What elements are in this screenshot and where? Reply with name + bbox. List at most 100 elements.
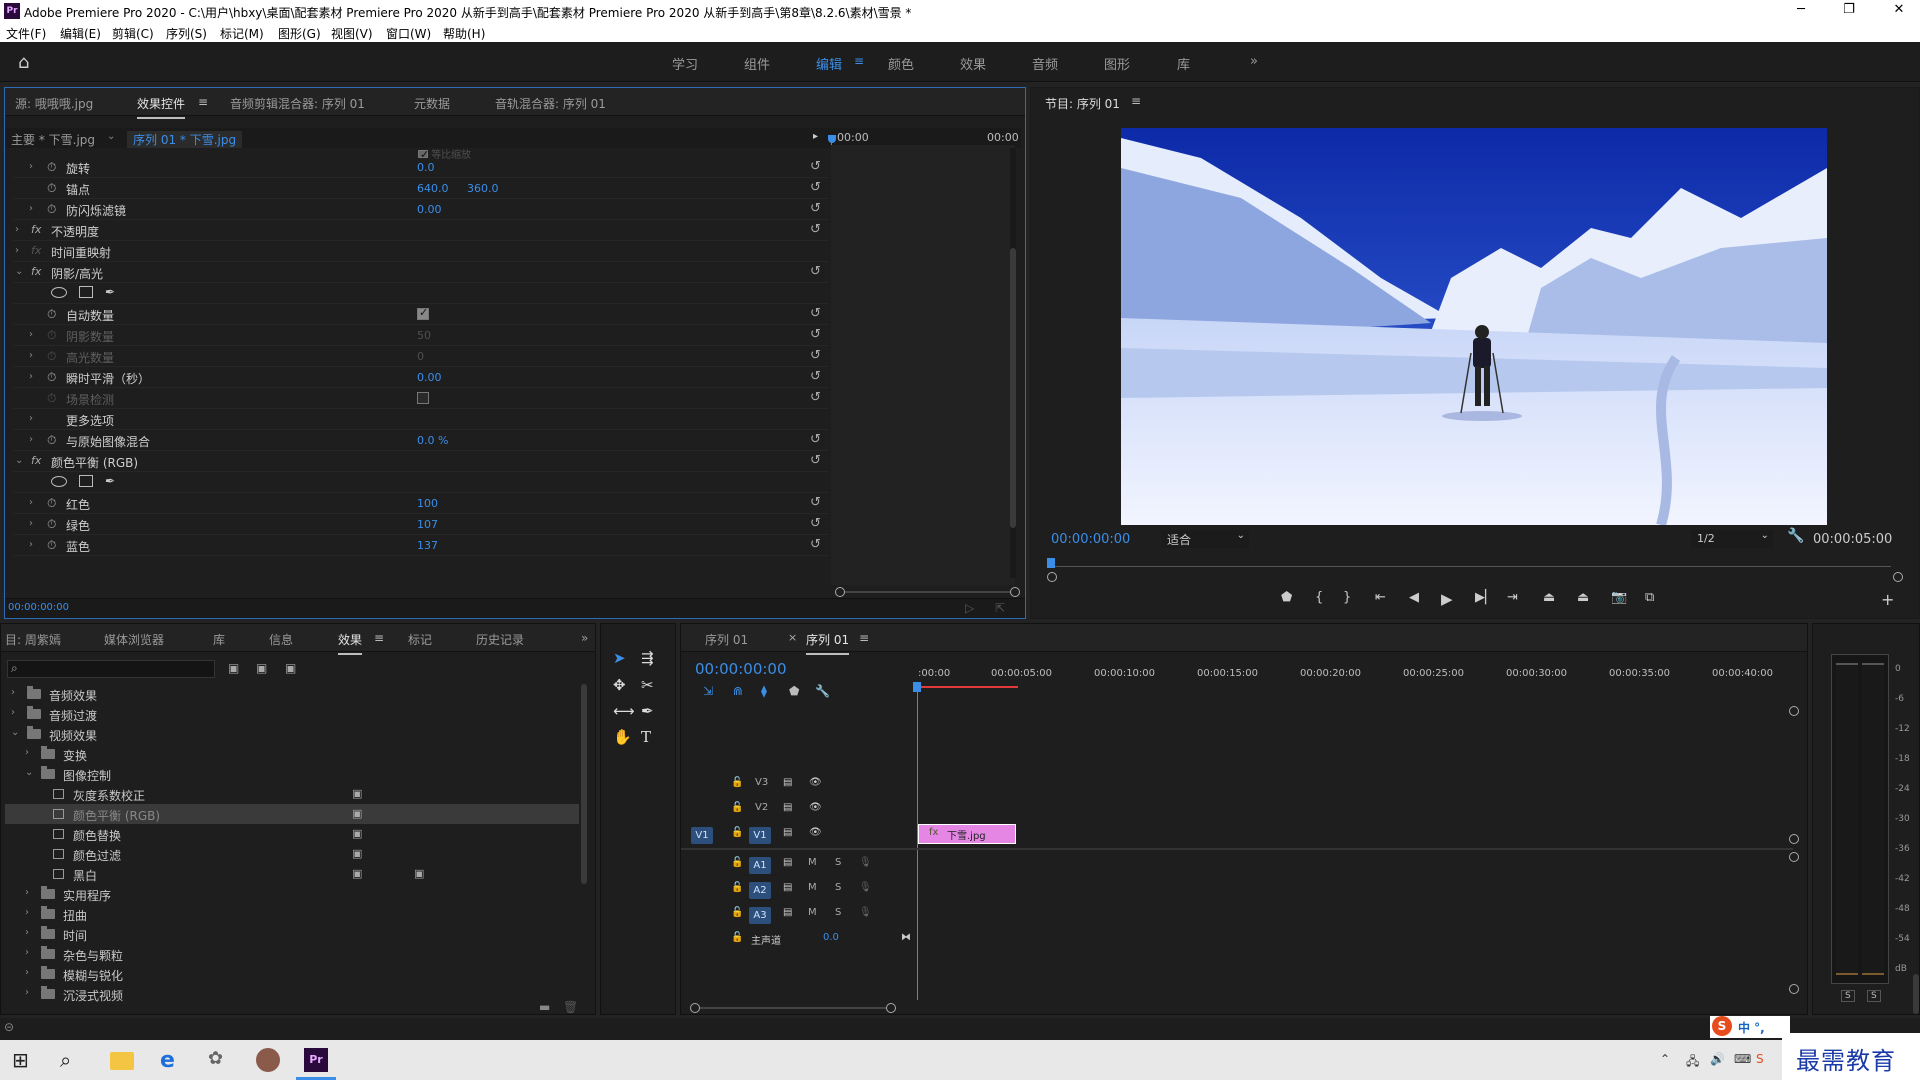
- lock-icon[interactable]: 🔓: [731, 907, 743, 918]
- meter-scrollbar[interactable]: [1913, 974, 1919, 1014]
- selection-tool-icon[interactable]: ➤: [613, 649, 626, 667]
- wrench-icon[interactable]: 🔧: [1787, 528, 1804, 544]
- wrench-icon[interactable]: 🔧: [815, 684, 830, 698]
- lift-icon[interactable]: ⏏: [1543, 590, 1555, 605]
- reset-icon[interactable]: ↺: [810, 453, 821, 468]
- effects-scrollbar[interactable]: [581, 684, 587, 884]
- fit-dropdown[interactable]: 适合 ⌄: [1161, 530, 1249, 548]
- mark-in-icon[interactable]: {: [1315, 590, 1323, 605]
- 32bit-effects-icon[interactable]: ▣: [256, 661, 267, 675]
- pen-mask-icon[interactable]: ✒: [105, 285, 115, 299]
- program-playhead[interactable]: [1047, 558, 1055, 568]
- workspace-effects[interactable]: 效果: [960, 54, 986, 73]
- workspace-color[interactable]: 颜色: [888, 54, 914, 73]
- lock-icon[interactable]: 🔓: [731, 932, 743, 943]
- nest-sequence-icon[interactable]: ⇲: [703, 684, 713, 698]
- temporal-smoothing-value[interactable]: 0.00: [417, 371, 442, 384]
- video-scroll-handle-top[interactable]: [1789, 706, 1799, 716]
- menu-graphics[interactable]: 图形(G): [278, 25, 321, 42]
- stopwatch-icon[interactable]: ⏱: [47, 538, 56, 553]
- delete-icon[interactable]: 🗑: [563, 1000, 578, 1014]
- hand-tool-icon[interactable]: ✋: [613, 728, 632, 746]
- lock-icon[interactable]: 🔓: [731, 827, 743, 838]
- tab-info[interactable]: 信息: [269, 631, 293, 648]
- microphone-icon[interactable]: 🎙: [859, 882, 872, 893]
- ec-playhead-handle[interactable]: [828, 135, 836, 143]
- anchor-x-value[interactable]: 640.0: [417, 182, 449, 195]
- program-timecode[interactable]: 00:00:00:00: [1051, 532, 1130, 547]
- extract-icon[interactable]: ⏏: [1577, 590, 1589, 605]
- tab-audio-track-mixer[interactable]: 音轨混合器: 序列 01: [495, 95, 606, 112]
- workspace-assembly[interactable]: 组件: [744, 54, 770, 73]
- list-item-blur-sharpen[interactable]: › 模糊与锐化: [9, 964, 579, 984]
- ec-scrollbar[interactable]: [1010, 148, 1016, 578]
- master-volume-value[interactable]: 0.0: [823, 932, 839, 943]
- tab-project[interactable]: 目: 周紫嫣: [5, 631, 61, 648]
- stopwatch-icon[interactable]: ⏱: [47, 370, 56, 385]
- solo-left-button[interactable]: S: [1841, 990, 1855, 1002]
- work-area-bar[interactable]: [918, 686, 1018, 688]
- mute-button[interactable]: M: [808, 882, 817, 893]
- menu-file[interactable]: 文件(F): [6, 25, 46, 42]
- filter-icon[interactable]: ▷: [965, 601, 974, 615]
- workspace-graphics[interactable]: 图形: [1104, 54, 1130, 73]
- windows-start-icon[interactable]: ⊞: [12, 1048, 36, 1072]
- track-target-a2[interactable]: A2: [749, 882, 771, 899]
- lock-icon[interactable]: 🔓: [731, 777, 743, 788]
- timeline-timecode[interactable]: 00:00:00:00: [695, 660, 787, 678]
- add-marker-icon[interactable]: ⬟: [1281, 590, 1292, 605]
- blue-value[interactable]: 137: [417, 539, 438, 552]
- timeline-ruler[interactable]: :00:00 00:00:05:00 00:00:10:00 00:00:15:…: [918, 660, 1793, 690]
- export-icon[interactable]: ⇱: [995, 601, 1005, 615]
- ec-timecode[interactable]: 00:00:00:00: [8, 602, 69, 613]
- workspace-editing[interactable]: 编辑: [816, 54, 842, 73]
- track-area[interactable]: [918, 772, 1793, 952]
- tab-media-browser[interactable]: 媒体浏览器: [104, 631, 164, 648]
- tab-audio-clip-mixer[interactable]: 音频剪辑混合器: 序列 01: [230, 95, 365, 112]
- panel-menu-icon[interactable]: ≡: [374, 631, 384, 645]
- app-icon[interactable]: ✿: [208, 1048, 232, 1072]
- menu-help[interactable]: 帮助(H): [443, 25, 485, 42]
- solo-button[interactable]: S: [835, 882, 841, 893]
- premiere-taskbar-icon[interactable]: Pr: [304, 1048, 328, 1072]
- list-item-video-effects[interactable]: ⌄ 视频效果: [9, 724, 579, 744]
- ime-indicator[interactable]: S 中 °,: [1710, 1016, 1790, 1038]
- volume-icon[interactable]: 🔊: [1710, 1052, 1725, 1066]
- panel-menu-icon[interactable]: ≡: [1131, 94, 1141, 108]
- comparison-view-icon[interactable]: ⧉: [1645, 590, 1654, 605]
- timeline-zoom-bar[interactable]: [690, 1003, 896, 1013]
- list-item-noise-grain[interactable]: › 杂色与颗粒: [9, 944, 579, 964]
- eye-icon[interactable]: 👁: [809, 802, 822, 813]
- sync-lock-icon[interactable]: ▤: [783, 882, 792, 893]
- shadow-highlight-row[interactable]: ⌄ fx 阴影/高光 ↺: [13, 262, 828, 283]
- edge-browser-icon[interactable]: e: [160, 1048, 184, 1073]
- menu-view[interactable]: 视图(V): [331, 25, 373, 42]
- menu-clip[interactable]: 剪辑(C): [112, 25, 154, 42]
- stopwatch-icon[interactable]: ⏱: [47, 307, 56, 322]
- tab-markers[interactable]: 标记: [408, 631, 432, 648]
- linked-selection-icon[interactable]: ⧫: [761, 684, 767, 698]
- avatar-icon[interactable]: [256, 1048, 280, 1072]
- close-tab-icon[interactable]: ×: [788, 631, 797, 644]
- ripple-edit-tool-icon[interactable]: ✥: [613, 676, 626, 694]
- lock-icon[interactable]: 🔓: [731, 802, 743, 813]
- mark-out-icon[interactable]: }: [1343, 590, 1351, 605]
- green-value[interactable]: 107: [417, 518, 438, 531]
- mute-button[interactable]: M: [808, 857, 817, 868]
- workspace-menu-icon[interactable]: ≡: [854, 54, 864, 68]
- reset-icon[interactable]: ↺: [810, 495, 821, 510]
- pen-mask-icon[interactable]: ✒: [105, 474, 115, 488]
- go-to-in-icon[interactable]: ⇤: [1375, 590, 1386, 605]
- track-divider[interactable]: [681, 848, 1793, 850]
- zoom-handle-right[interactable]: [1893, 572, 1903, 582]
- reset-icon[interactable]: ↺: [810, 432, 821, 447]
- master-clip-label[interactable]: 主要 * 下雪.jpg: [11, 131, 95, 148]
- list-item-transform[interactable]: › 变换: [9, 744, 579, 764]
- play-only-icon[interactable]: ▸: [813, 131, 818, 142]
- chevron-down-icon[interactable]: ⌄: [107, 131, 115, 142]
- color-balance-row[interactable]: ⌄ fx 颜色平衡 (RGB) ↺: [13, 451, 828, 472]
- tab-libraries[interactable]: 库: [213, 631, 225, 648]
- zoom-handle-right[interactable]: [886, 1003, 896, 1013]
- reset-icon[interactable]: ↺: [810, 180, 821, 195]
- go-to-end-icon[interactable]: ⧓: [901, 932, 911, 943]
